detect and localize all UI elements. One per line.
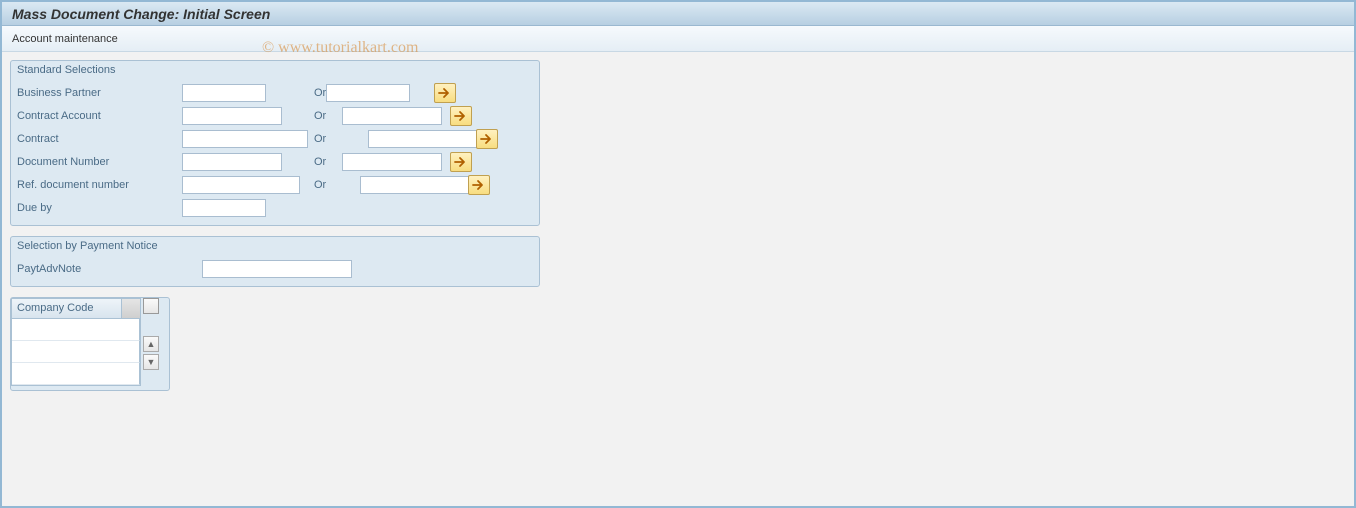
account-maintenance-link[interactable]: Account maintenance (12, 33, 118, 45)
content-area: Standard Selections Business Partner Or … (2, 52, 1354, 409)
group-payment-title: Selection by Payment Notice (11, 237, 539, 257)
application-toolbar: Account maintenance (2, 26, 1354, 52)
label-ref-document-number: Ref. document number (17, 179, 182, 191)
scroll-down-button[interactable]: ▼ (143, 354, 159, 370)
company-code-cell-input[interactable] (12, 319, 139, 340)
table-row (12, 341, 140, 363)
group-company-code: Company Code ▲ (10, 297, 170, 391)
table-row (12, 319, 140, 341)
row-due-by: Due by (17, 196, 533, 219)
input-document-number-to[interactable] (342, 153, 442, 171)
multi-select-button[interactable] (476, 129, 498, 149)
input-business-partner-from[interactable] (182, 84, 266, 102)
app-frame: Mass Document Change: Initial Screen Acc… (0, 0, 1356, 508)
input-due-by[interactable] (182, 199, 266, 217)
triangle-up-icon: ▲ (147, 339, 156, 349)
multi-select-button[interactable] (450, 152, 472, 172)
group-standard-body: Business Partner Or Contract Account Or (11, 81, 539, 225)
company-code-cell-input[interactable] (12, 341, 139, 362)
arrow-right-icon (438, 87, 452, 99)
label-document-number: Document Number (17, 156, 182, 168)
input-payt-adv-note[interactable] (202, 260, 352, 278)
arrow-right-icon (472, 179, 486, 191)
select-all-checkbox[interactable] (143, 298, 159, 314)
row-document-number: Document Number Or (17, 150, 533, 173)
label-contract: Contract (17, 133, 182, 145)
group-standard-title: Standard Selections (11, 61, 539, 81)
group-standard-selections: Standard Selections Business Partner Or … (10, 60, 540, 226)
input-ref-document-number-to[interactable] (360, 176, 478, 194)
label-contract-account: Contract Account (17, 110, 182, 122)
company-code-table: Company Code (11, 298, 141, 386)
or-label: Or (300, 179, 360, 191)
company-code-header-cell: Company Code (12, 299, 122, 319)
row-ref-document-number: Ref. document number Or (17, 173, 533, 196)
label-payt-adv-note: PaytAdvNote (17, 263, 202, 275)
company-code-cell-input[interactable] (12, 363, 139, 384)
table-row (12, 363, 140, 385)
or-label: Or (282, 156, 342, 168)
arrow-right-icon (480, 133, 494, 145)
row-payt-adv-note: PaytAdvNote (17, 257, 533, 280)
or-label: Or (266, 87, 326, 99)
input-business-partner-to[interactable] (326, 84, 410, 102)
row-contract-account: Contract Account Or (17, 104, 533, 127)
triangle-down-icon: ▼ (147, 357, 156, 367)
or-label: Or (282, 110, 342, 122)
multi-select-button[interactable] (434, 83, 456, 103)
arrow-right-icon (454, 156, 468, 168)
input-contract-from[interactable] (182, 130, 308, 148)
group-payment-notice: Selection by Payment Notice PaytAdvNote (10, 236, 540, 287)
group-payment-body: PaytAdvNote (11, 257, 539, 286)
input-contract-account-from[interactable] (182, 107, 282, 125)
or-label: Or (308, 133, 368, 145)
row-contract: Contract Or (17, 127, 533, 150)
label-due-by: Due by (17, 202, 182, 214)
company-code-config-button[interactable] (122, 299, 140, 319)
scroll-up-button[interactable]: ▲ (143, 336, 159, 352)
input-ref-document-number-from[interactable] (182, 176, 300, 194)
arrow-right-icon (454, 110, 468, 122)
company-code-side-controls: ▲ ▼ (143, 298, 161, 370)
row-business-partner: Business Partner Or (17, 81, 533, 104)
input-document-number-from[interactable] (182, 153, 282, 171)
title-bar: Mass Document Change: Initial Screen (2, 2, 1354, 26)
company-code-header: Company Code (12, 299, 140, 319)
multi-select-button[interactable] (468, 175, 490, 195)
input-contract-account-to[interactable] (342, 107, 442, 125)
multi-select-button[interactable] (450, 106, 472, 126)
company-code-table-wrap: Company Code ▲ (11, 298, 169, 386)
page-title: Mass Document Change: Initial Screen (12, 6, 270, 22)
label-business-partner: Business Partner (17, 87, 182, 99)
